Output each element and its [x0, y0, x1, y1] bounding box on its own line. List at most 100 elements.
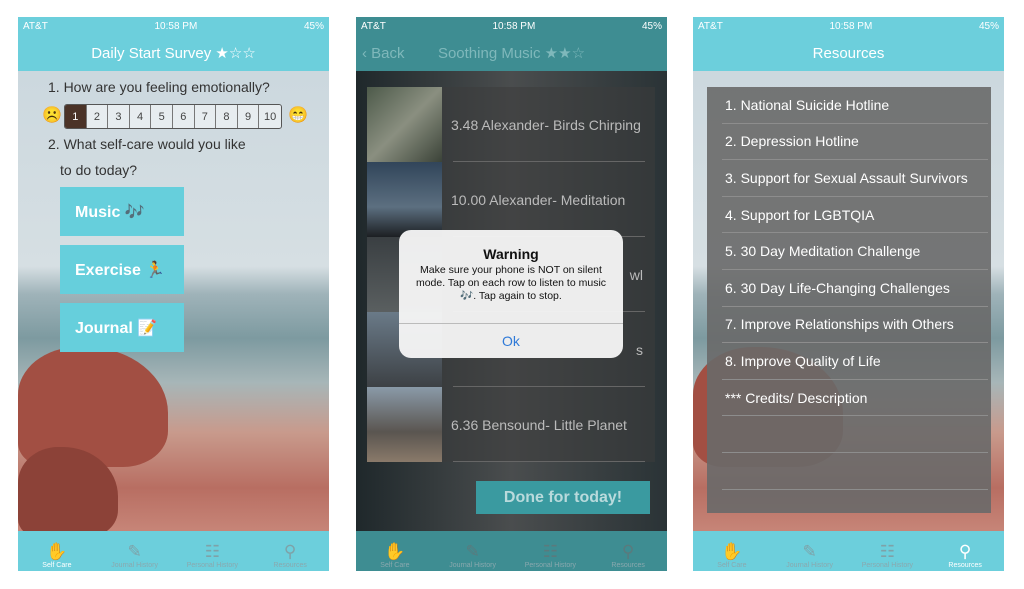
tab-bar: ✋ Self Care ✎ Journal History ☷ Personal Hi… [18, 531, 329, 571]
music-row[interactable]: 10.00 Alexander- Meditation [367, 162, 655, 237]
exercise-button[interactable]: Exercise 🏃 [60, 245, 184, 294]
time: 10:58 PM [492, 20, 536, 32]
page-title: Resources [812, 44, 885, 62]
tab-resources[interactable]: ⚲ Resources [926, 531, 1004, 571]
empty-row [722, 416, 988, 453]
resource-item[interactable]: 6. 30 Day Life-Changing Challenges [722, 270, 988, 307]
tab-label: Resources [948, 562, 982, 569]
carrier: AT&T [23, 20, 48, 32]
page-title: Daily Start Survey ★☆☆ [91, 45, 256, 62]
status-bar: AT&T 10:58 PM 45% [356, 17, 667, 35]
scale-5[interactable]: 5 [151, 105, 173, 128]
clipboard-icon: ☷ [879, 542, 895, 561]
music-button[interactable]: Music 🎶 [60, 187, 184, 236]
track-title: 10.00 Alexander- Meditation [451, 191, 626, 208]
tab-label: Personal History [524, 562, 577, 569]
track-title: 3.48 Alexander- Birds Chirping [451, 116, 641, 133]
tab-label: Self Care [717, 562, 747, 569]
scale-9[interactable]: 9 [237, 105, 260, 128]
journal-icon: ✎ [127, 542, 142, 561]
done-button[interactable]: Done for today! [476, 481, 650, 514]
alert-title: Warning [483, 246, 539, 262]
journal-button[interactable]: Journal 📝 [60, 303, 184, 352]
tab-label: Self Care [42, 562, 72, 569]
resource-item[interactable]: 5. 30 Day Meditation Challenge [722, 233, 988, 270]
scale-4[interactable]: 4 [129, 105, 152, 128]
track-title: s [636, 341, 643, 358]
resource-item[interactable]: 8. Improve Quality of Life [722, 343, 988, 380]
credits-item[interactable]: *** Credits/ Description [722, 380, 988, 417]
time: 10:58 PM [829, 20, 873, 32]
scale-1[interactable]: 1 [65, 105, 87, 128]
scale-8[interactable]: 8 [216, 105, 238, 128]
tab-label: Journal History [111, 562, 158, 569]
resource-item[interactable]: 7. Improve Relationships with Others [722, 307, 988, 344]
clipboard-icon: ☷ [542, 542, 558, 561]
tab-resources[interactable]: ⚲ Resources [589, 531, 667, 571]
tab-label: Journal History [786, 562, 833, 569]
time: 10:58 PM [154, 20, 198, 32]
scale-7[interactable]: 7 [194, 105, 217, 128]
ok-button[interactable]: Ok [399, 323, 623, 358]
music-row[interactable]: 6.36 Bensound- Little Planet [367, 387, 655, 462]
tab-journal-history[interactable]: ✎ Journal History [96, 531, 174, 571]
question-1: 1. How are you feeling emotionally? [48, 79, 270, 95]
search-person-icon: ⚲ [283, 542, 297, 561]
track-title: wl [629, 266, 643, 283]
clipboard-icon: ☷ [204, 542, 220, 561]
survey-screen: AT&T 10:58 PM 45% Daily Start Survey ★☆☆ 1… [18, 17, 329, 571]
nav-bar: Daily Start Survey ★☆☆ [18, 35, 329, 71]
resource-item[interactable]: 1. National Suicide Hotline [722, 87, 988, 124]
hand-heart-icon: ✋ [46, 542, 68, 561]
question-2-cont: to do today? [60, 162, 138, 178]
tab-resources[interactable]: ⚲ Resources [251, 531, 329, 571]
mood-scale[interactable]: 1 2 3 4 5 6 7 8 9 10 [64, 104, 282, 129]
alert-message: Make sure your phone is NOT on silent mo… [415, 264, 607, 302]
battery: 45% [978, 20, 999, 32]
tab-label: Personal History [861, 562, 914, 569]
journal-icon: ✎ [802, 542, 817, 561]
tab-label: Journal History [449, 562, 496, 569]
scale-2[interactable]: 2 [86, 105, 109, 128]
scale-6[interactable]: 6 [172, 105, 195, 128]
resource-item[interactable]: 3. Support for Sexual Assault Survivors [722, 160, 988, 197]
question-2: 2. What self-care would you like [48, 136, 246, 152]
happy-face-icon: 😁 [288, 107, 308, 124]
road-thumbnail [367, 387, 442, 462]
chevron-left-icon: ‹ [362, 44, 372, 62]
track-title: 6.36 Bensound- Little Planet [451, 416, 627, 433]
tab-journal-history[interactable]: ✎ Journal History [434, 531, 512, 571]
journal-icon: ✎ [465, 542, 480, 561]
tab-self-care[interactable]: ✋ Self Care [693, 531, 771, 571]
tab-label: Resources [611, 562, 645, 569]
tab-label: Self Care [380, 562, 410, 569]
tab-bar: ✋ Self Care ✎ Journal History ☷ Personal Hi… [693, 531, 1004, 571]
tab-personal-history[interactable]: ☷ Personal History [174, 531, 252, 571]
tab-self-care[interactable]: ✋ Self Care [18, 531, 96, 571]
back-label: Back [371, 44, 405, 62]
tab-self-care[interactable]: ✋ Self Care [356, 531, 434, 571]
carrier: AT&T [698, 20, 723, 32]
hand-heart-icon: ✋ [384, 542, 406, 561]
status-bar: AT&T 10:58 PM 45% [693, 17, 1004, 35]
warning-alert: Warning Make sure your phone is NOT on s… [399, 230, 623, 358]
resources-screen: AT&T 10:58 PM 45% Resources 1. National Su… [693, 17, 1004, 571]
hand-heart-icon: ✋ [721, 542, 743, 561]
tab-label: Personal History [186, 562, 239, 569]
tab-bar: ✋ Self Care ✎ Journal History ☷ Personal Hi… [356, 531, 667, 571]
tab-personal-history[interactable]: ☷ Personal History [512, 531, 590, 571]
resource-item[interactable]: 4. Support for LGBTQIA [722, 197, 988, 234]
battery: 45% [641, 20, 662, 32]
status-bar: AT&T 10:58 PM 45% [18, 17, 329, 35]
carrier: AT&T [361, 20, 386, 32]
scale-3[interactable]: 3 [108, 105, 130, 128]
page-title: Soothing Music ★★☆ [437, 45, 586, 62]
back-button[interactable]: ‹ Back [362, 45, 405, 62]
resource-item[interactable]: 2. Depression Hotline [722, 124, 988, 161]
battery: 45% [303, 20, 324, 32]
tab-personal-history[interactable]: ☷ Personal History [849, 531, 927, 571]
tab-journal-history[interactable]: ✎ Journal History [771, 531, 849, 571]
scale-10[interactable]: 10 [259, 105, 281, 128]
music-row[interactable]: 3.48 Alexander- Birds Chirping [367, 87, 655, 162]
resources-list: 1. National Suicide Hotline 2. Depressio… [707, 87, 991, 513]
